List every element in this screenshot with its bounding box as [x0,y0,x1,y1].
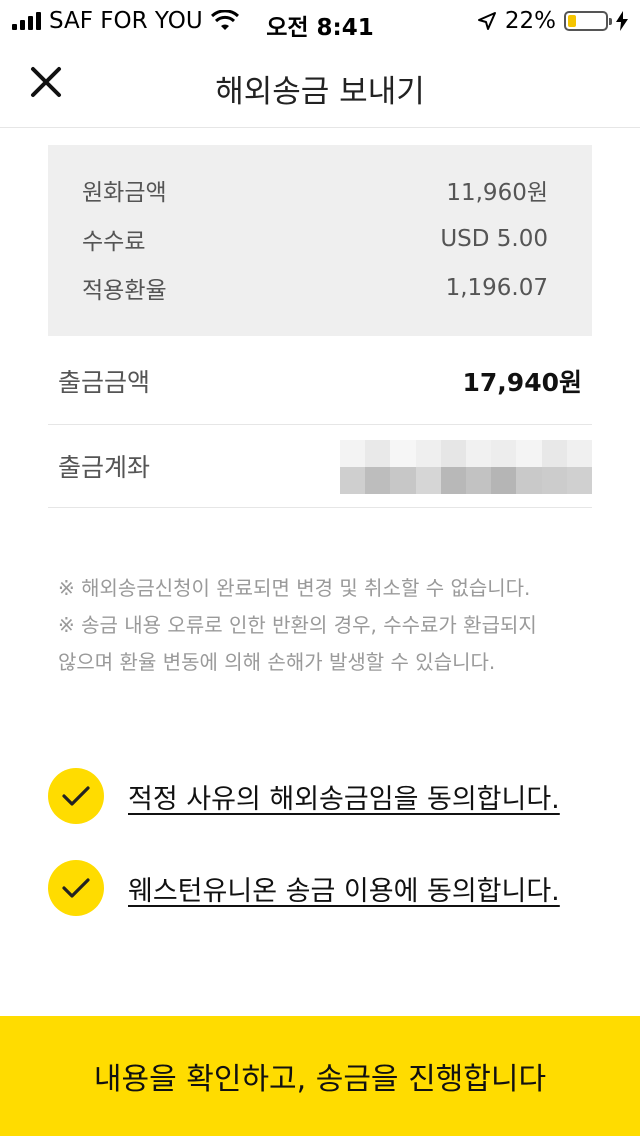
withdraw-amount-row: 출금금액 17,940원 [48,337,592,425]
status-right: 22% [477,8,628,34]
exchange-rate-value: 1,196.07 [445,275,548,301]
page-title: 해외송금 보내기 [215,74,425,110]
exchange-summary-box: 원화금액 11,960원 수수료 USD 5.00 적용환율 1,196.07 [48,145,592,336]
withdraw-amount-value: 17,940원 [462,367,582,397]
notice-line: ※ 해외송금신청이 완료되면 변경 및 취소할 수 없습니다. [58,576,531,600]
status-bar: SAF FOR YOU 오전 8:41 22% [0,0,640,41]
agreement-western-union-label[interactable]: 웨스턴유니온 송금 이용에 동의합니다. [128,869,560,908]
battery-icon [564,11,612,31]
masked-pixel [566,440,592,467]
confirm-send-button[interactable]: 내용을 확인하고, 송금을 진행합니다 [0,1016,640,1136]
nav-header: 해외송금 보내기 [0,40,640,128]
check-icon[interactable] [48,768,104,824]
masked-pixel [415,440,441,467]
masked-pixel [440,467,466,494]
masked-pixel [365,440,391,467]
withdraw-account-row: 출금계좌 [48,425,592,508]
masked-pixel [516,467,542,494]
masked-pixel [516,440,542,467]
masked-pixel [440,440,466,467]
exchange-rate-label: 적용환율 [82,278,167,304]
battery-level [568,15,576,27]
location-arrow-icon [477,12,496,30]
agreement-purpose[interactable]: 적정 사유의 해외송금임을 동의합니다. [48,768,608,824]
masked-pixel [541,440,567,467]
battery-percent: 22% [504,8,556,34]
masked-pixel [541,467,567,494]
masked-pixel [390,440,416,467]
masked-pixel [466,440,492,467]
masked-pixel [491,467,517,494]
withdraw-amount-label: 출금금액 [58,367,151,397]
masked-pixel [491,440,517,467]
masked-pixel [365,467,391,494]
krw-amount-row: 원화금액 11,960원 [82,170,548,210]
fee-row: 수수료 USD 5.00 [82,219,548,259]
notice-line: 않으며 환율 변동에 의해 손해가 발생할 수 있습니다. [58,650,496,674]
notice-line: ※ 송금 내용 오류로 인한 반환의 경우, 수수료가 환급되지 [58,613,537,637]
fee-value: USD 5.00 [440,226,548,252]
agreement-purpose-label[interactable]: 적정 사유의 해외송금임을 동의합니다. [128,777,560,816]
masked-pixel [340,467,366,494]
masked-account-number [340,440,592,494]
krw-amount-value: 11,960원 [446,180,548,206]
masked-pixel [340,440,366,467]
charging-bolt-icon [616,11,628,31]
agreement-western-union[interactable]: 웨스턴유니온 송금 이용에 동의합니다. [48,860,608,916]
masked-pixel [390,467,416,494]
krw-amount-label: 원화금액 [82,180,167,206]
masked-pixel [566,467,592,494]
masked-pixel [415,467,441,494]
check-icon[interactable] [48,860,104,916]
exchange-rate-row: 적용환율 1,196.07 [82,268,548,308]
masked-pixel [466,467,492,494]
withdraw-account-label: 출금계좌 [58,453,151,482]
fee-label: 수수료 [82,229,146,255]
notice-text: ※ 해외송금신청이 완료되면 변경 및 취소할 수 없습니다. ※ 송금 내용 … [58,570,618,681]
